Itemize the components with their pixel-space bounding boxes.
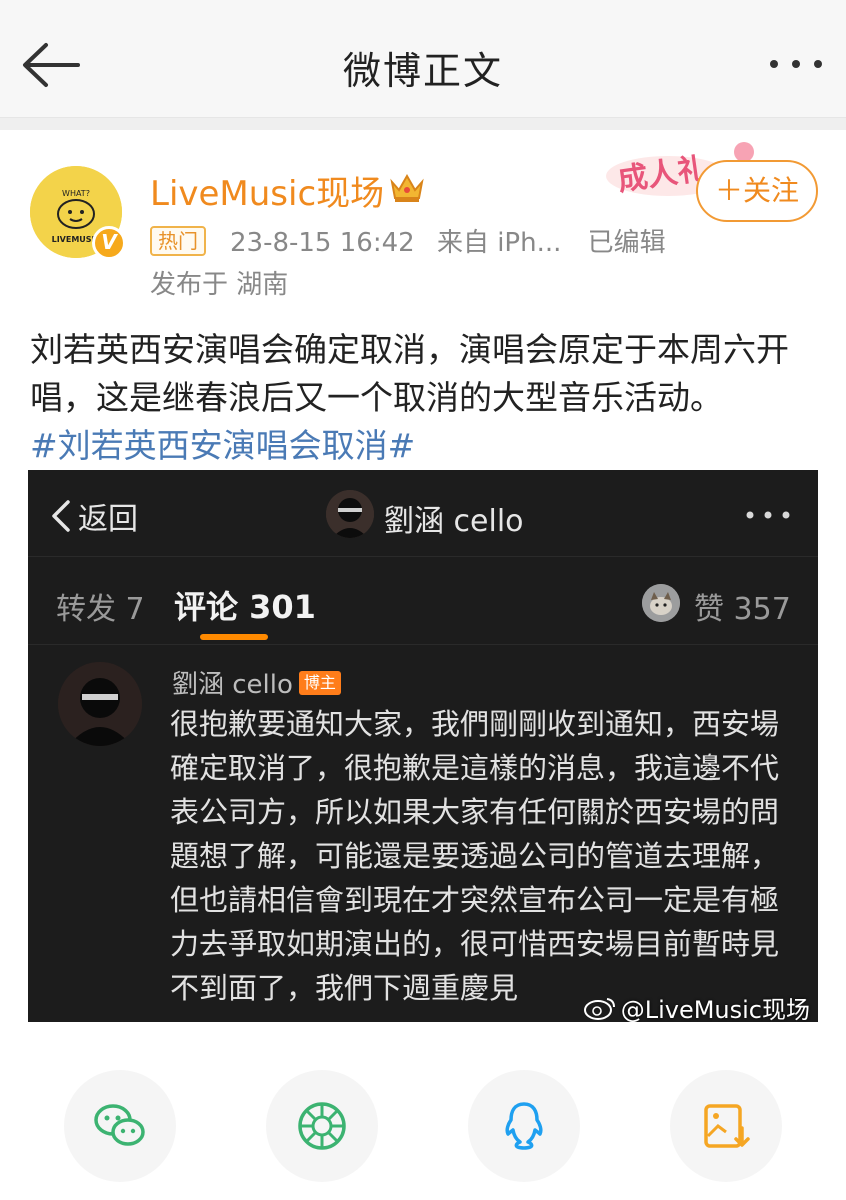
post-location: 发布于 湖南 <box>150 270 289 300</box>
comment-author: 劉涵 cello 博主 <box>172 664 341 701</box>
tab-like: 赞 357 <box>694 592 791 627</box>
share-bar <box>0 1062 846 1200</box>
weibo-logo-icon <box>583 997 615 1020</box>
follow-button[interactable]: ＋关注 <box>696 160 818 222</box>
comment-author-name: 劉涵 cello <box>172 670 293 700</box>
wechat-icon <box>94 1104 145 1146</box>
post-source: 来自 iPh... <box>436 228 562 258</box>
hashtag-link[interactable]: #刘若英西安演唱会取消# <box>30 422 820 470</box>
comment-text: 很抱歉要通知大家，我們剛剛收到通知，西安場確定取消了，很抱歉是這樣的消息，我這邊… <box>170 707 780 1005</box>
author-name[interactable]: LiveMusic现场 <box>150 166 384 215</box>
like-avatar <box>642 584 680 622</box>
share-moments-button[interactable] <box>266 1070 378 1182</box>
save-image-icon <box>704 1104 750 1148</box>
active-tab-indicator <box>200 634 268 640</box>
embed-back-button: 返回 <box>50 494 138 538</box>
embedded-screenshot[interactable]: 返回 劉涵 cello 转发 7 评论 301 赞 357 劉涵 cello 博… <box>28 470 818 1022</box>
moments-icon <box>298 1102 346 1150</box>
post-meta: 23-8-15 16:42 来自 iPh... 已编辑 <box>230 222 666 259</box>
svg-text:WHAT?: WHAT? <box>62 189 90 198</box>
post-body: 刘若英西安演唱会确定取消，演唱会原定于本周六开唱，这是继春浪后又一个取消的大型音… <box>30 326 820 470</box>
post-text: 刘若英西安演唱会确定取消，演唱会原定于本周六开唱，这是继春浪后又一个取消的大型音… <box>30 330 789 417</box>
watermark: @LiveMusic现场 <box>583 990 810 1022</box>
qq-icon <box>505 1102 543 1150</box>
edited-label[interactable]: 已编辑 <box>588 228 666 258</box>
cat-avatar-icon <box>642 584 680 622</box>
chevron-left-icon <box>52 500 70 532</box>
more-horizontal-icon[interactable] <box>768 52 824 76</box>
watermark-text: @LiveMusic现场 <box>620 996 810 1022</box>
tab-comment: 评论 301 <box>174 588 316 626</box>
divider <box>28 644 818 645</box>
post-time: 23-8-15 16:42 <box>230 228 415 258</box>
hot-tag: 热门 <box>150 226 206 256</box>
tab-repost: 转发 7 <box>56 592 145 627</box>
comment-avatar <box>58 662 142 746</box>
person-silhouette-icon <box>326 490 374 538</box>
verified-badge: V <box>92 226 126 260</box>
share-wechat-button[interactable] <box>64 1070 176 1182</box>
embed-back-label: 返回 <box>78 502 138 537</box>
save-image-button[interactable] <box>670 1070 782 1182</box>
embed-avatar <box>326 490 374 538</box>
crown-icon <box>390 173 424 202</box>
more-horizontal-icon <box>746 511 790 519</box>
person-silhouette-icon <box>58 662 142 746</box>
share-qq-button[interactable] <box>468 1070 580 1182</box>
embed-title: 劉涵 cello <box>384 504 524 539</box>
divider <box>28 556 818 557</box>
blogger-badge: 博主 <box>298 670 341 695</box>
section-divider <box>0 118 846 130</box>
page-title: 微博正文 <box>342 49 503 93</box>
top-navigation-bar: 微博正文 <box>0 0 846 118</box>
